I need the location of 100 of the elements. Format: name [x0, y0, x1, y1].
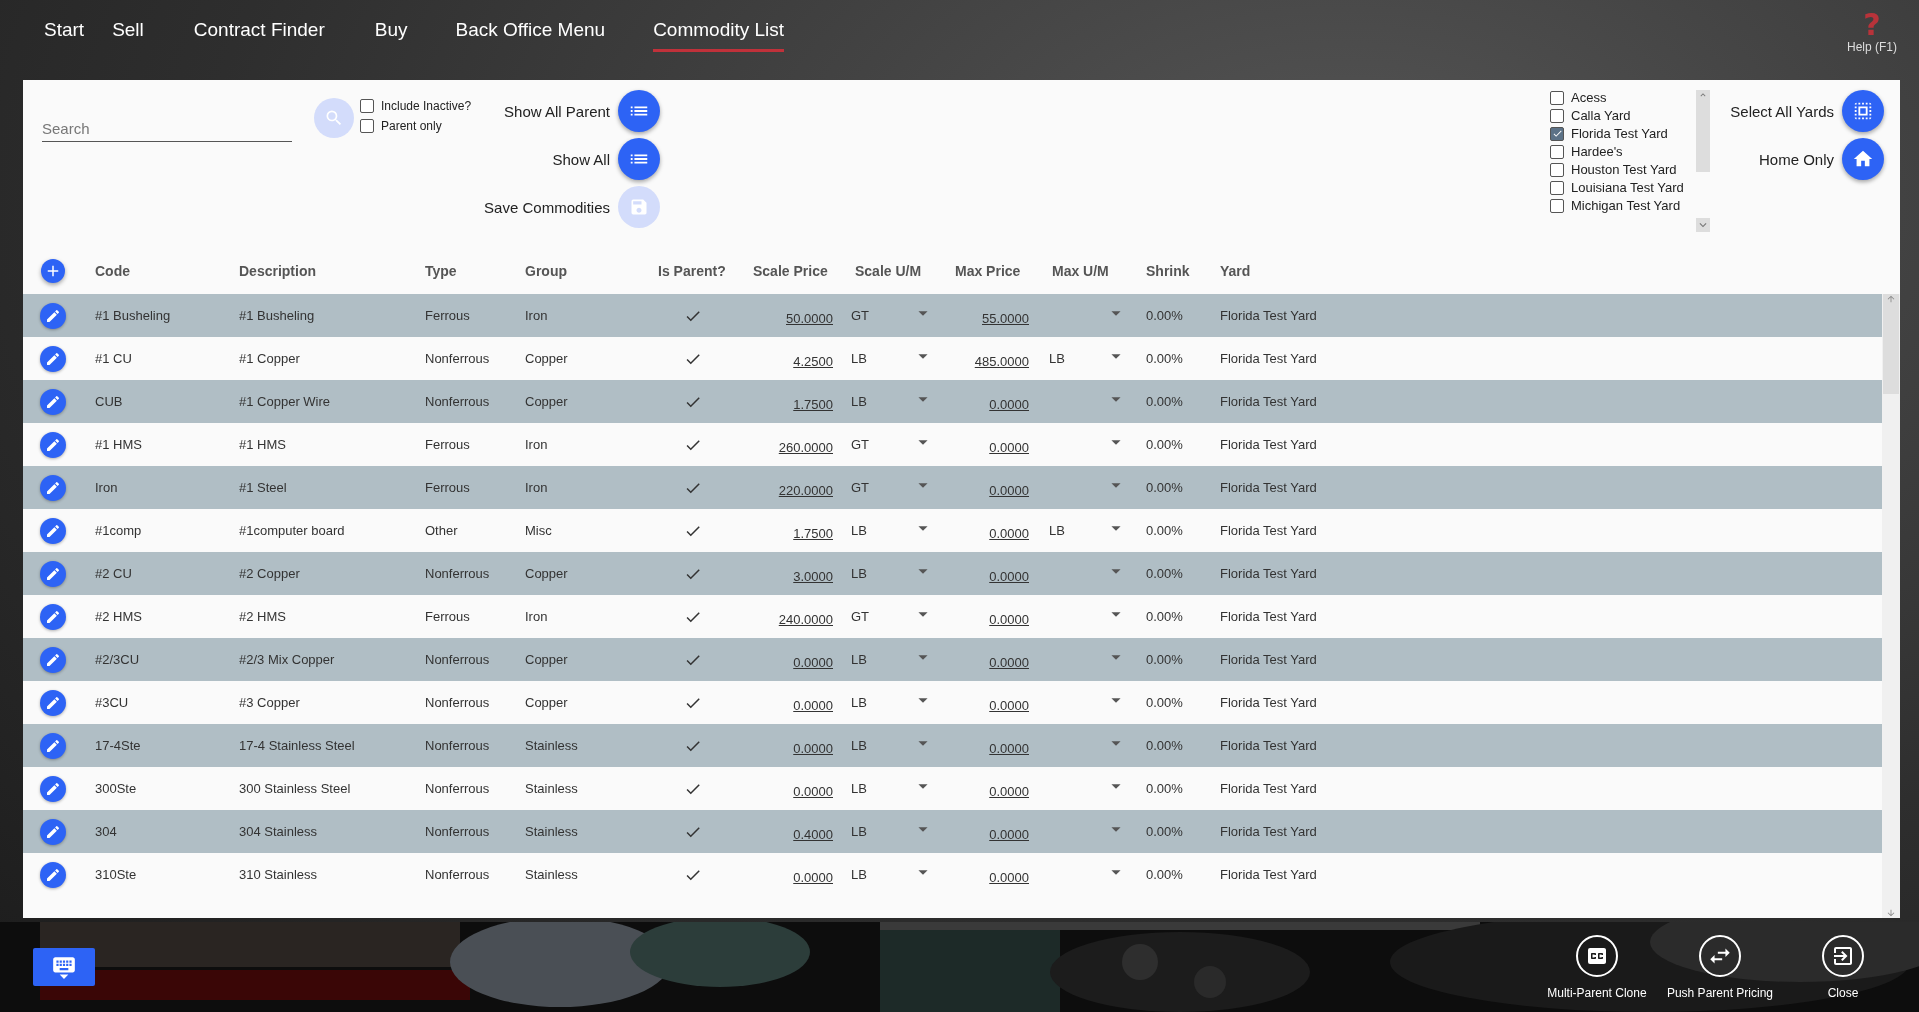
price-field[interactable]: 0.0000 — [989, 826, 1029, 842]
keyboard-button[interactable] — [33, 948, 95, 986]
price-field[interactable]: 0.0000 — [793, 783, 833, 799]
price-field[interactable]: 4.2500 — [793, 353, 833, 369]
search-field[interactable]: Search — [42, 112, 292, 142]
price-field[interactable]: 240.0000 — [778, 611, 833, 627]
checkbox-icon[interactable] — [1550, 126, 1564, 141]
price-field[interactable]: 55.0000 — [982, 310, 1029, 326]
nav-tab[interactable]: Sell — [112, 17, 144, 52]
price-field[interactable]: 0.0000 — [989, 654, 1029, 670]
nav-tab[interactable]: Back Office Menu — [455, 17, 606, 52]
nav-tab[interactable]: Start — [44, 17, 85, 52]
yard-checkbox[interactable]: Hardee's — [1550, 144, 1696, 159]
price-field[interactable]: 0.0000 — [989, 783, 1029, 799]
yard-checkbox[interactable]: Louisiana Test Yard — [1550, 180, 1696, 195]
checkbox-icon[interactable] — [1550, 162, 1564, 177]
checkbox-icon[interactable] — [360, 99, 374, 113]
price-field[interactable]: 50.0000 — [786, 310, 833, 326]
price-field[interactable]: 1.7500 — [793, 525, 833, 541]
pencil-icon — [45, 651, 61, 668]
table-row[interactable]: 304 304 Stainless Nonferrous Stainless 0.4000 LB 0.0000 0.00% Florida Test Yard — [23, 810, 1882, 853]
filter-checkbox[interactable]: Include Inactive? — [360, 99, 480, 113]
edit-button[interactable] — [40, 345, 66, 372]
table-row[interactable]: #2/3CU #2/3 Mix Copper Nonferrous Copper 0.0000 LB 0.0000 0.00% Florida Test Yard — [23, 638, 1882, 681]
table-row[interactable]: 17-4Ste 17-4 Stainless Steel Nonferrous Stainless 0.0000 LB 0.0000 0.00% Florida Test Yard — [23, 724, 1882, 767]
nav-tab[interactable]: Buy — [374, 17, 408, 52]
price-field[interactable]: 0.0000 — [989, 568, 1029, 584]
price-field[interactable]: 220.0000 — [778, 482, 833, 498]
edit-button[interactable] — [40, 818, 66, 845]
yard-checkbox[interactable]: Acess — [1550, 90, 1696, 105]
price-field[interactable]: 3.0000 — [793, 568, 833, 584]
home-button[interactable] — [1842, 138, 1884, 180]
table-cell-text: Florida Test Yard — [1219, 738, 1318, 753]
list-button[interactable] — [618, 90, 660, 132]
select-all-button[interactable] — [1842, 90, 1884, 132]
yard-checkbox[interactable]: Florida Test Yard — [1550, 126, 1696, 141]
price-field[interactable]: 0.0000 — [793, 654, 833, 670]
table-cell-text: 0.00% — [1145, 566, 1184, 581]
edit-button[interactable] — [40, 388, 66, 415]
edit-button[interactable] — [40, 431, 66, 458]
table-row[interactable]: CUB #1 Copper Wire Nonferrous Copper 1.7500 LB 0.0000 0.00% Florida Test Yard — [23, 380, 1882, 423]
table-row[interactable]: Iron #1 Steel Ferrous Iron 220.0000 GT 0.0000 0.00% Florida Test Yard — [23, 466, 1882, 509]
price-field[interactable]: 0.0000 — [989, 740, 1029, 756]
nav-tab[interactable]: Contract Finder — [193, 17, 325, 52]
price-field[interactable]: 0.0000 — [793, 697, 833, 713]
price-field[interactable]: 1.7500 — [793, 396, 833, 412]
price-field[interactable]: 0.0000 — [793, 869, 833, 885]
footer-action-button[interactable]: Push Parent Pricing — [1666, 934, 1773, 1000]
price-field[interactable]: 0.0000 — [989, 869, 1029, 885]
price-field[interactable]: 0.0000 — [989, 611, 1029, 627]
table-row[interactable]: #2 CU #2 Copper Nonferrous Copper 3.0000 LB 0.0000 0.00% Florida Test Yard — [23, 552, 1882, 595]
help-button[interactable]: ? Help (F1) — [1847, 0, 1897, 54]
price-field[interactable]: 0.0000 — [989, 439, 1029, 455]
checkbox-icon[interactable] — [1550, 144, 1564, 159]
table-cell-text: Florida Test Yard — [1219, 523, 1318, 538]
filter-checkbox[interactable]: Parent only — [360, 119, 480, 133]
price-field[interactable]: 0.0000 — [793, 740, 833, 756]
yard-checkbox[interactable]: Michigan Test Yard — [1550, 198, 1696, 213]
checkbox-icon[interactable] — [360, 119, 374, 133]
edit-button[interactable] — [40, 474, 66, 501]
table-cell-text: Stainless — [524, 867, 579, 882]
checkbox-icon[interactable] — [1550, 108, 1564, 123]
table-row[interactable]: #1 Busheling #1 Busheling Ferrous Iron 50.0000 GT 55.0000 0.00% Florida Test Yard — [23, 294, 1882, 337]
pencil-icon — [45, 780, 61, 797]
edit-button[interactable] — [40, 689, 66, 716]
checkbox-icon[interactable] — [1550, 180, 1564, 195]
price-field[interactable]: 0.0000 — [989, 525, 1029, 541]
yard-checkbox[interactable]: Calla Yard — [1550, 108, 1696, 123]
pencil-icon — [45, 393, 61, 410]
price-field[interactable]: 260.0000 — [778, 439, 833, 455]
table-cell-text: 300Ste — [94, 781, 138, 796]
list-button[interactable] — [618, 138, 660, 180]
nav-tab[interactable]: Commodity List — [653, 17, 785, 52]
edit-button[interactable] — [40, 732, 66, 759]
price-field[interactable]: 0.0000 — [989, 396, 1029, 412]
scrollbar-thumb[interactable] — [1883, 294, 1899, 394]
edit-button[interactable] — [40, 560, 66, 587]
price-field[interactable]: 485.0000 — [974, 353, 1029, 369]
price-field[interactable]: 0.0000 — [989, 697, 1029, 713]
checkbox-icon[interactable] — [1550, 198, 1564, 213]
edit-button[interactable] — [40, 861, 66, 888]
table-cell-text: Nonferrous — [424, 695, 491, 710]
table-cell-text: 0.00% — [1145, 695, 1184, 710]
edit-button[interactable] — [40, 517, 66, 544]
table-cell-text: LB — [850, 695, 868, 710]
table-cell-text: Florida Test Yard — [1219, 308, 1318, 323]
price-field[interactable]: 0.4000 — [793, 826, 833, 842]
checkbox-icon[interactable] — [1550, 90, 1564, 105]
edit-button[interactable] — [40, 646, 66, 673]
price-field[interactable]: 0.0000 — [989, 482, 1029, 498]
yard-checkbox[interactable]: Houston Test Yard — [1550, 162, 1696, 177]
edit-button[interactable] — [40, 302, 66, 329]
help-label: Help (F1) — [1847, 40, 1897, 54]
add-button[interactable] — [41, 259, 65, 283]
footer-action-button[interactable]: Multi-Parent Clone — [1546, 934, 1647, 1000]
edit-button[interactable] — [40, 775, 66, 802]
footer-action-button[interactable]: Close — [1793, 934, 1893, 1000]
table-cell-text: GT — [850, 437, 871, 452]
scrollbar-thumb[interactable] — [1696, 90, 1710, 172]
edit-button[interactable] — [40, 603, 66, 630]
